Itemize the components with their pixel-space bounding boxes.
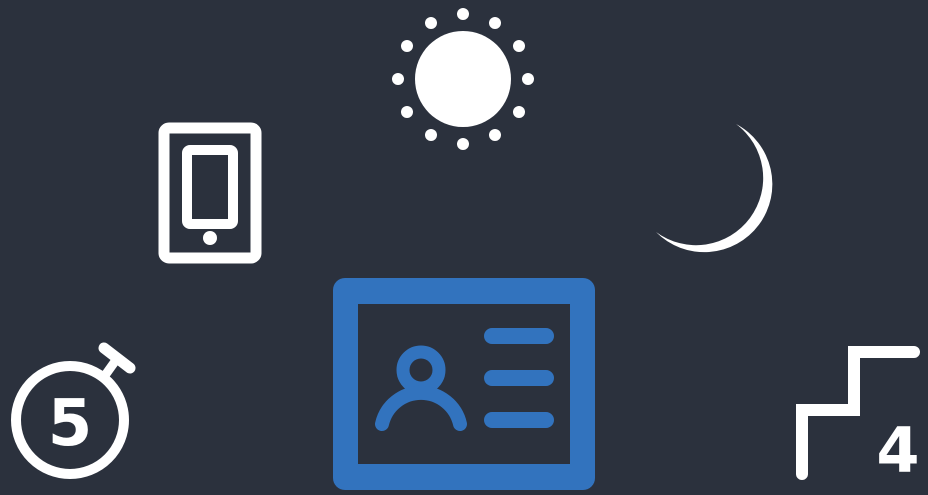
icon-canvas: 5 4: [0, 0, 928, 495]
timer-5-icon: 5: [8, 342, 138, 484]
stairs-4-icon: 4: [792, 344, 922, 487]
sun-icon: [392, 8, 534, 150]
smartphone-icon: [158, 122, 262, 264]
id-card-icon: [330, 278, 598, 492]
timer-number: 5: [48, 387, 93, 461]
crescent-moon-icon: [652, 120, 792, 266]
stairs-number: 4: [876, 414, 919, 487]
